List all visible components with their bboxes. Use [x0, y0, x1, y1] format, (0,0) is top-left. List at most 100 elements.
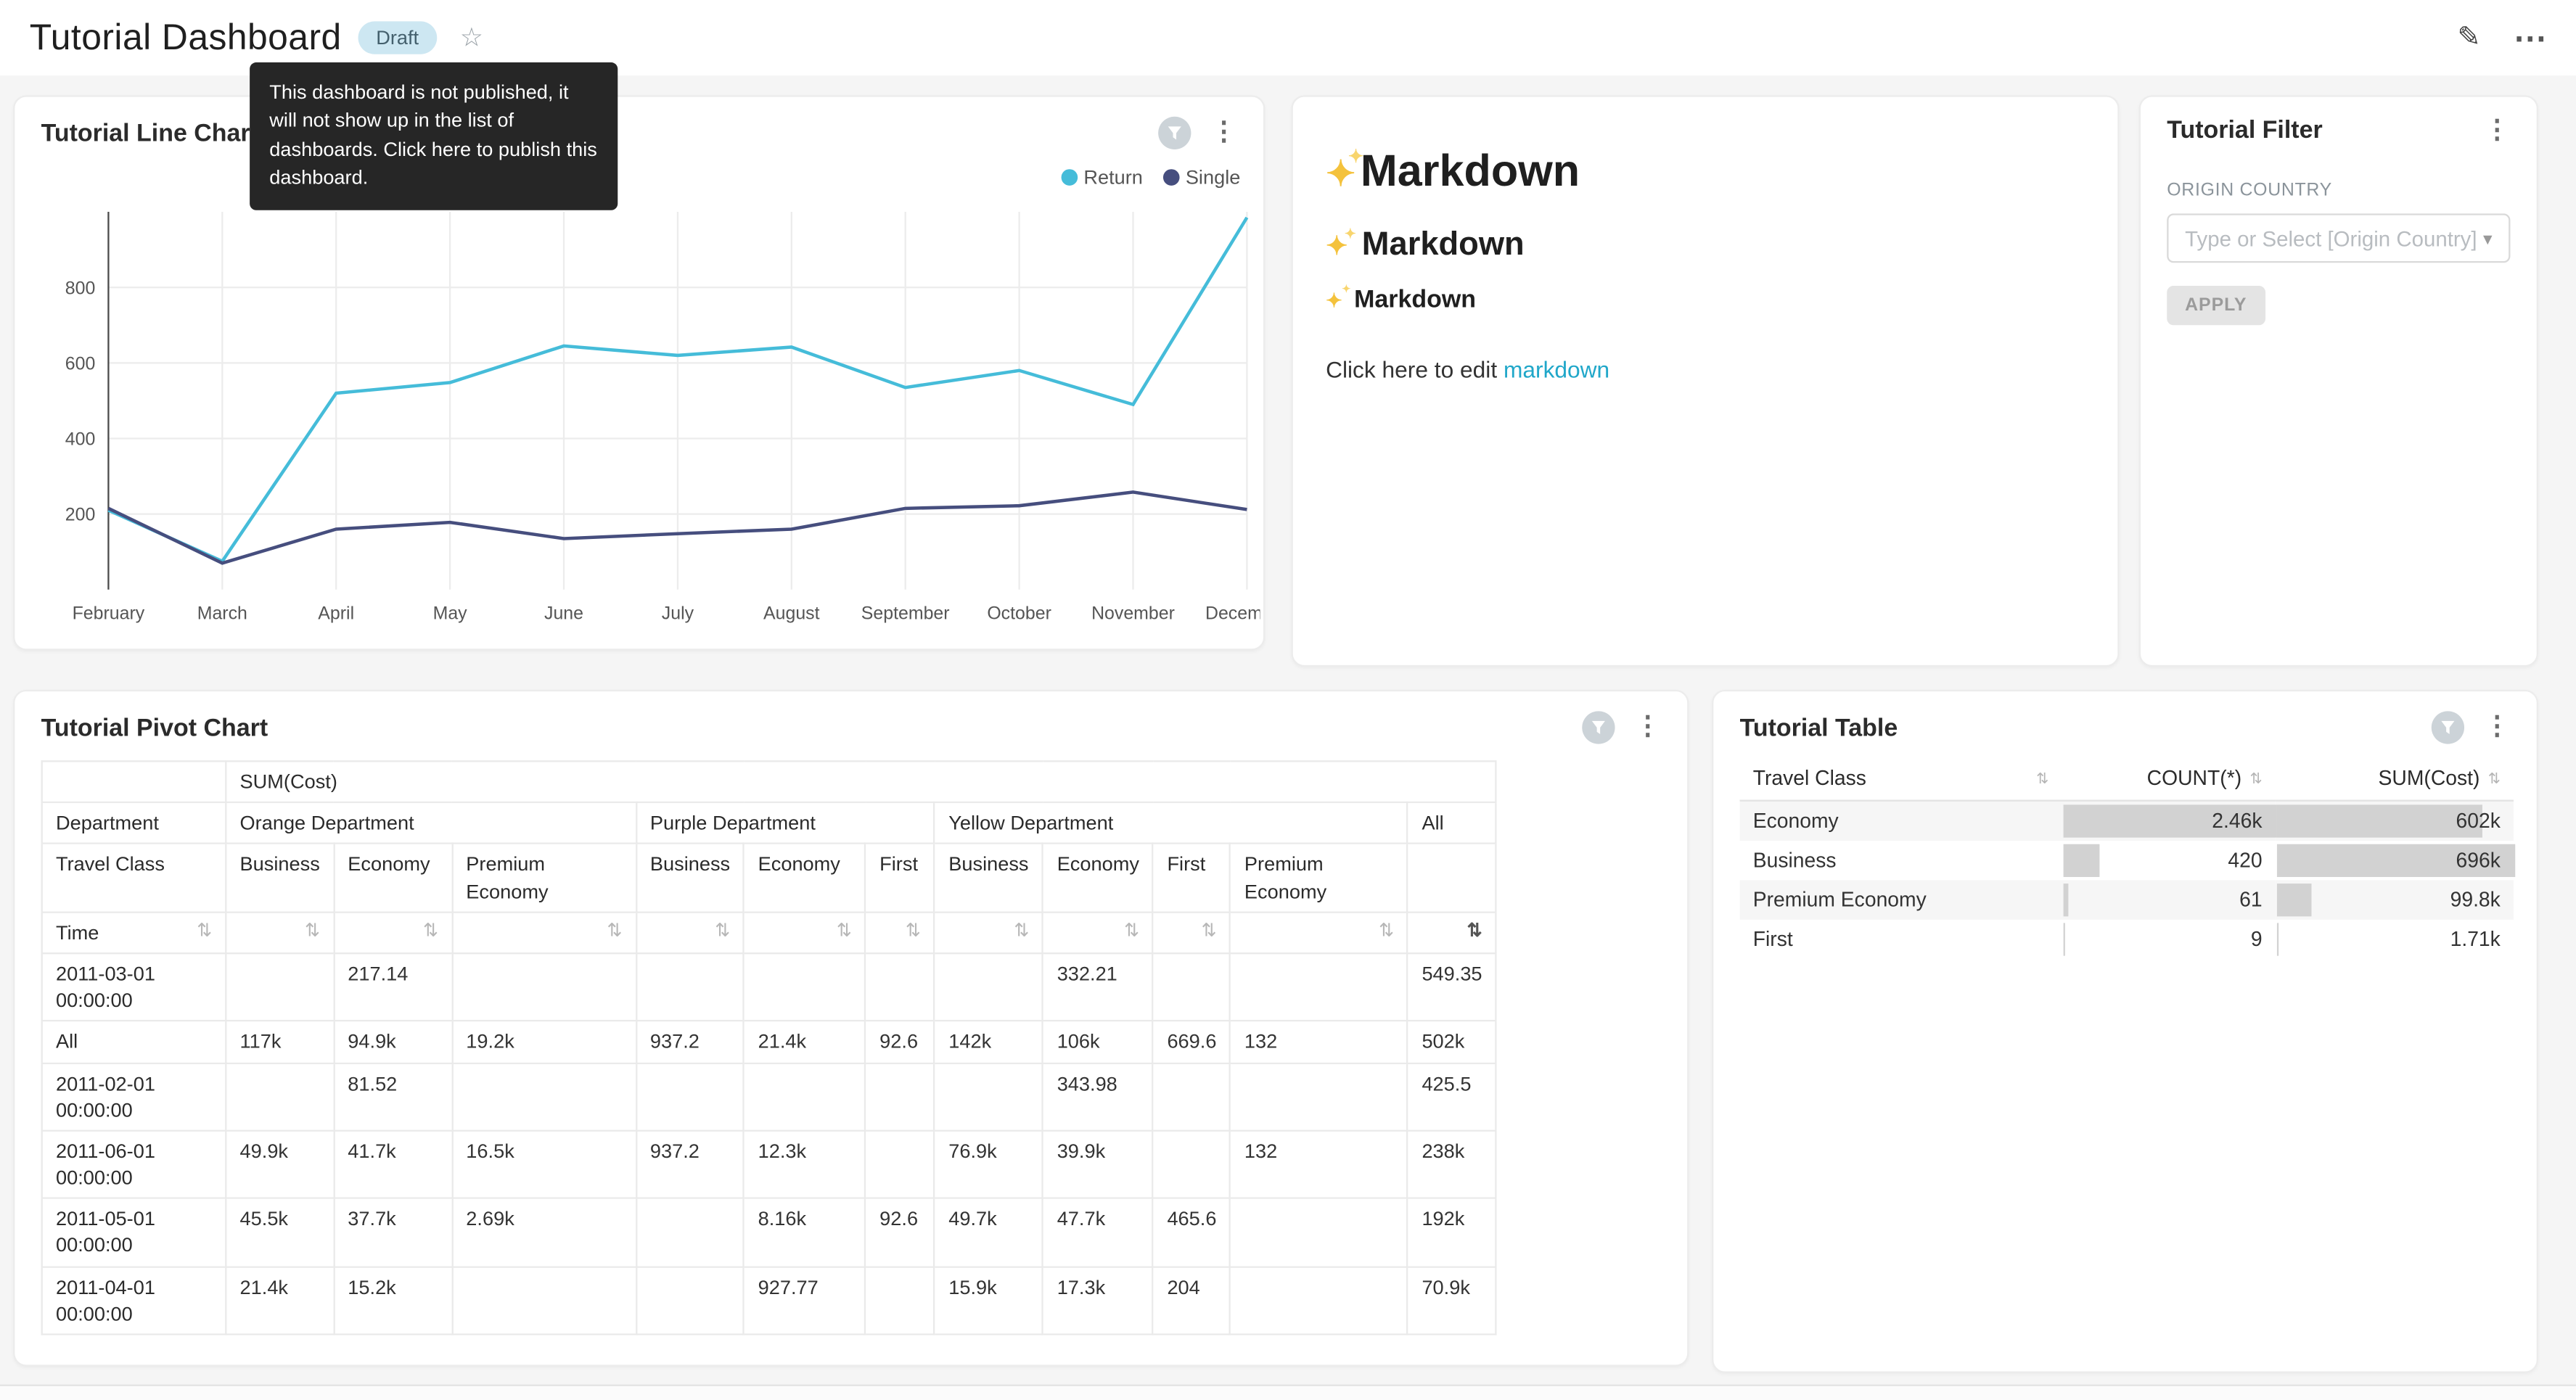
sort-icon[interactable]: ⇅	[1408, 912, 1496, 953]
pivot-cell: 15.9k	[935, 1267, 1043, 1335]
pivot-cell	[1231, 953, 1408, 1021]
pivot-cell: 238k	[1408, 1131, 1496, 1199]
pivot-col-header: First	[866, 844, 935, 912]
sort-icon[interactable]: ⇅	[452, 912, 636, 953]
pivot-cell: 425.5	[1408, 1063, 1496, 1131]
pivot-cell: 92.6	[866, 1198, 935, 1267]
filter-card: Tutorial Filter ⋮ ORIGIN COUNTRY Type or…	[2139, 95, 2538, 667]
pivot-col-header: Premium Economy	[1231, 844, 1408, 912]
pivot-cell: 2.69k	[452, 1198, 636, 1267]
origin-country-select[interactable]: Type or Select [Origin Country] ▾	[2167, 213, 2510, 263]
markdown-heading-3: ✦✦ Markdown	[1326, 286, 2085, 313]
line-chart-legend: Return Single	[1061, 166, 1241, 189]
pivot-metric-header: SUM(Cost)	[226, 761, 1496, 802]
pivot-corner-cell	[42, 761, 226, 802]
pivot-group-header: Yellow Department	[935, 802, 1408, 844]
sort-icon[interactable]: ⇅	[744, 912, 866, 953]
sort-icon[interactable]: ⇅	[1043, 912, 1153, 953]
col-header-sum[interactable]: SUM(Cost)⇅	[2276, 757, 2514, 801]
sort-icon[interactable]: ⇅	[2249, 770, 2262, 788]
markdown-heading-2: ✦✦ Markdown	[1326, 226, 2085, 264]
sort-icon[interactable]: ⇅	[2488, 770, 2501, 788]
pivot-cell	[935, 1063, 1043, 1131]
sort-icon[interactable]: ⇅	[2036, 770, 2048, 788]
count-bar	[2064, 883, 2069, 915]
pivot-cell: 217.14	[334, 953, 452, 1021]
pivot-cell	[636, 1267, 745, 1335]
table-card: Tutorial Table ⋮ Travel Class⇅COUNT(*)⇅S…	[1712, 690, 2538, 1373]
data-table: Travel Class⇅COUNT(*)⇅SUM(Cost)⇅Economy2…	[1740, 757, 2514, 958]
sparkles-icon: ✦✦	[1326, 146, 1355, 197]
pivot-chart-card: Tutorial Pivot Chart ⋮ SUM(Cost)Departme…	[13, 690, 1689, 1367]
more-menu-icon[interactable]: ⋯	[2514, 17, 2546, 59]
pivot-cell: 549.35	[1408, 953, 1496, 1021]
pivot-cell: 76.9k	[935, 1131, 1043, 1199]
edit-pencil-icon[interactable]: ✎	[2457, 21, 2480, 54]
kebab-menu-icon[interactable]: ⋮	[2484, 715, 2510, 741]
col-header-count[interactable]: COUNT(*)⇅	[2062, 757, 2275, 801]
pivot-cell: 669.6	[1153, 1021, 1230, 1063]
legend-item-return[interactable]: Return	[1061, 166, 1143, 189]
svg-text:December: December	[1205, 604, 1260, 624]
pivot-cell: 117k	[226, 1021, 334, 1063]
sort-icon[interactable]: ⇅	[334, 912, 452, 953]
svg-text:400: 400	[65, 429, 96, 450]
markdown-cta-text: Click here to edit	[1326, 356, 1504, 382]
pivot-cell: 41.7k	[334, 1131, 452, 1199]
pivot-cell: 12.3k	[744, 1131, 866, 1199]
pivot-cell: 49.9k	[226, 1131, 334, 1199]
pivot-cell: 937.2	[636, 1021, 745, 1063]
funnel-icon	[1591, 720, 1607, 736]
filter-indicator-icon[interactable]	[1582, 711, 1615, 744]
pivot-col-header: Premium Economy	[452, 844, 636, 912]
filter-card-title: Tutorial Filter	[2167, 117, 2322, 144]
pivot-row-label: 2011-04-01 00:00:00	[42, 1267, 226, 1335]
pivot-col-header: Economy	[334, 844, 452, 912]
svg-text:200: 200	[65, 505, 96, 525]
pivot-row-label: All	[42, 1021, 226, 1063]
sort-icon[interactable]: ⇅	[226, 912, 334, 953]
line-chart[interactable]: 200400600800FebruaryMarchAprilMayJuneJul…	[18, 189, 1260, 645]
legend-item-single[interactable]: Single	[1162, 166, 1240, 189]
sort-icon[interactable]: ⇅	[1153, 912, 1230, 953]
pivot-cell	[1153, 953, 1230, 1021]
data-table-container: Travel Class⇅COUNT(*)⇅SUM(Cost)⇅Economy2…	[1740, 757, 2511, 958]
pivot-cell	[1153, 1131, 1230, 1199]
col-header-travel-class[interactable]: Travel Class⇅	[1740, 757, 2062, 801]
kebab-menu-icon[interactable]: ⋮	[1211, 120, 1237, 146]
markdown-link[interactable]: markdown	[1504, 356, 1609, 382]
sparkles-icon: ✦✦	[1326, 286, 1342, 313]
pivot-class-label: Travel Class	[42, 844, 226, 912]
draft-badge[interactable]: Draft	[358, 21, 437, 54]
sort-icon[interactable]: ⇅	[636, 912, 745, 953]
legend-dot	[1061, 169, 1078, 186]
sort-icon[interactable]: ⇅	[197, 919, 212, 944]
filter-indicator-icon[interactable]	[1158, 117, 1191, 149]
sort-icon[interactable]: ⇅	[1231, 912, 1408, 953]
kebab-menu-icon[interactable]: ⋮	[2484, 118, 2510, 144]
filter-indicator-icon[interactable]	[2432, 711, 2464, 744]
pivot-cell	[636, 953, 745, 1021]
pivot-cell	[452, 1063, 636, 1131]
pivot-cell: 465.6	[1153, 1198, 1230, 1267]
cell-count: 2.46k	[2062, 801, 2275, 840]
kebab-menu-icon[interactable]: ⋮	[1635, 715, 1661, 741]
pivot-row: 2011-02-01 00:00:0081.52343.98425.5	[42, 1063, 1496, 1131]
favorite-star-icon[interactable]: ☆	[460, 21, 483, 54]
apply-button[interactable]: APPLY	[2167, 286, 2265, 325]
pivot-dept-label: Department	[42, 802, 226, 844]
sum-bar	[2277, 922, 2278, 955]
svg-text:April: April	[318, 604, 354, 624]
svg-text:600: 600	[65, 353, 96, 374]
pivot-cell: 332.21	[1043, 953, 1153, 1021]
pivot-cell	[452, 1267, 636, 1335]
pivot-group-header: Purple Department	[636, 802, 935, 844]
line-chart-title: Tutorial Line Chart	[41, 119, 258, 147]
sort-icon[interactable]: ⇅	[866, 912, 935, 953]
cell-sum: 99.8k	[2276, 879, 2514, 918]
svg-text:February: February	[73, 604, 145, 624]
markdown-card: ✦✦Markdown ✦✦ Markdown ✦✦ Markdown Click…	[1292, 95, 2120, 667]
pivot-cell	[744, 1063, 866, 1131]
sort-icon[interactable]: ⇅	[935, 912, 1043, 953]
pivot-col-header: Economy	[1043, 844, 1153, 912]
